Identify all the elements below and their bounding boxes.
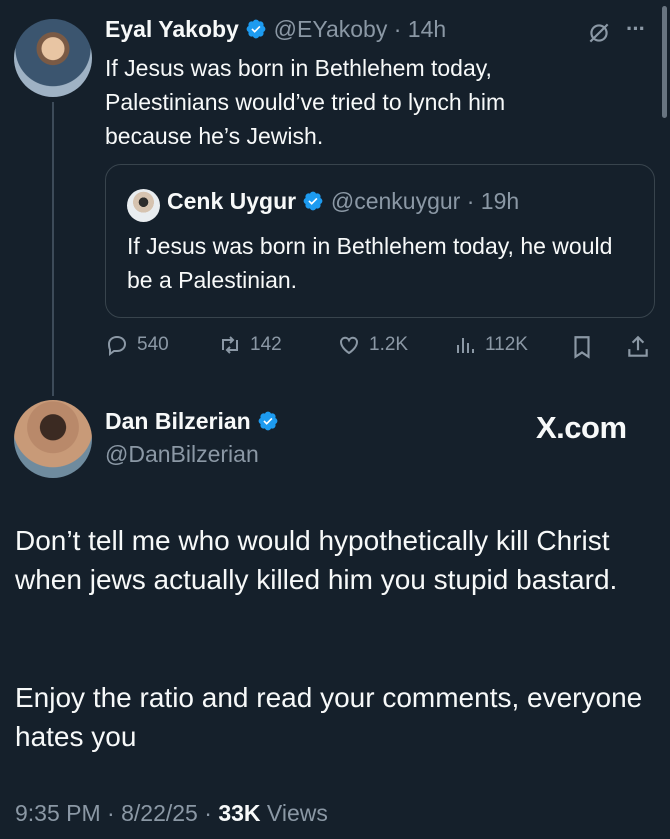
verified-badge-icon bbox=[304, 191, 323, 211]
views-button[interactable]: 112K bbox=[453, 333, 528, 357]
tweet2-text-paragraph-1: Don’t tell me who would hypothetically k… bbox=[15, 525, 618, 595]
dot-separator: · bbox=[107, 800, 115, 826]
tweet2-time[interactable]: 9:35 PM bbox=[15, 800, 101, 826]
avatar-eyal-yakoby[interactable] bbox=[14, 19, 92, 97]
quote-text: If Jesus was born in Bethlehem today, he… bbox=[127, 233, 613, 293]
tweet2-views-count: 33K bbox=[218, 800, 261, 826]
share-icon[interactable] bbox=[625, 334, 651, 360]
heart-icon bbox=[339, 336, 359, 355]
more-options-icon[interactable]: ··· bbox=[626, 16, 646, 42]
tweet2-views-label: Views bbox=[266, 800, 328, 826]
tweet1-handle[interactable]: @EYakoby bbox=[274, 16, 388, 42]
quote-handle[interactable]: @cenkuygur bbox=[331, 188, 460, 214]
thread-line bbox=[52, 102, 54, 396]
tweet2-meta: 9:35 PM · 8/22/25 · 33K Views bbox=[15, 800, 328, 827]
tweet2-handle[interactable]: @DanBilzerian bbox=[105, 441, 259, 468]
tweet2-author-line: Dan Bilzerian bbox=[105, 408, 279, 435]
like-count: 1.2K bbox=[369, 334, 409, 355]
tweet1-author-name[interactable]: Eyal Yakoby bbox=[105, 16, 239, 42]
dot-separator: · bbox=[393, 16, 402, 42]
dot-separator: · bbox=[204, 800, 212, 826]
reply-count: 540 bbox=[137, 334, 169, 355]
verified-badge-icon bbox=[258, 411, 278, 431]
quote-timestamp[interactable]: 19h bbox=[481, 188, 519, 214]
quote-header: Cenk Uygur @cenkuygur · 19h bbox=[167, 188, 519, 215]
bookmark-icon[interactable] bbox=[569, 334, 595, 360]
reply-icon bbox=[107, 335, 127, 356]
avatar-cenk-uygur[interactable] bbox=[127, 189, 160, 222]
view-count: 112K bbox=[485, 334, 528, 355]
tweet1-header: Eyal Yakoby @EYakoby · 14h bbox=[105, 16, 446, 43]
views-chart-icon bbox=[457, 338, 474, 353]
scrollbar-thumb[interactable] bbox=[662, 6, 667, 118]
tweet1-text: If Jesus was born in Bethlehem today, Pa… bbox=[105, 55, 506, 149]
avatar-dan-bilzerian[interactable] bbox=[14, 400, 92, 478]
grok-icon[interactable] bbox=[586, 20, 612, 46]
tweet2-date[interactable]: 8/22/25 bbox=[121, 800, 198, 826]
dot-separator: · bbox=[466, 188, 475, 214]
repost-button[interactable]: 142 bbox=[218, 333, 282, 357]
like-button[interactable]: 1.2K bbox=[337, 333, 408, 357]
tweet2-text-paragraph-2: Enjoy the ratio and read your comments, … bbox=[15, 682, 643, 752]
tweet2-author-name[interactable]: Dan Bilzerian bbox=[105, 408, 251, 434]
xcom-watermark: X.com bbox=[536, 410, 627, 445]
reply-button[interactable]: 540 bbox=[105, 333, 169, 357]
repost-count: 142 bbox=[250, 334, 282, 355]
quote-author-name[interactable]: Cenk Uygur bbox=[167, 188, 296, 214]
repost-icon bbox=[222, 336, 238, 354]
tweet1-timestamp[interactable]: 14h bbox=[408, 16, 446, 42]
verified-badge-icon bbox=[246, 19, 266, 39]
